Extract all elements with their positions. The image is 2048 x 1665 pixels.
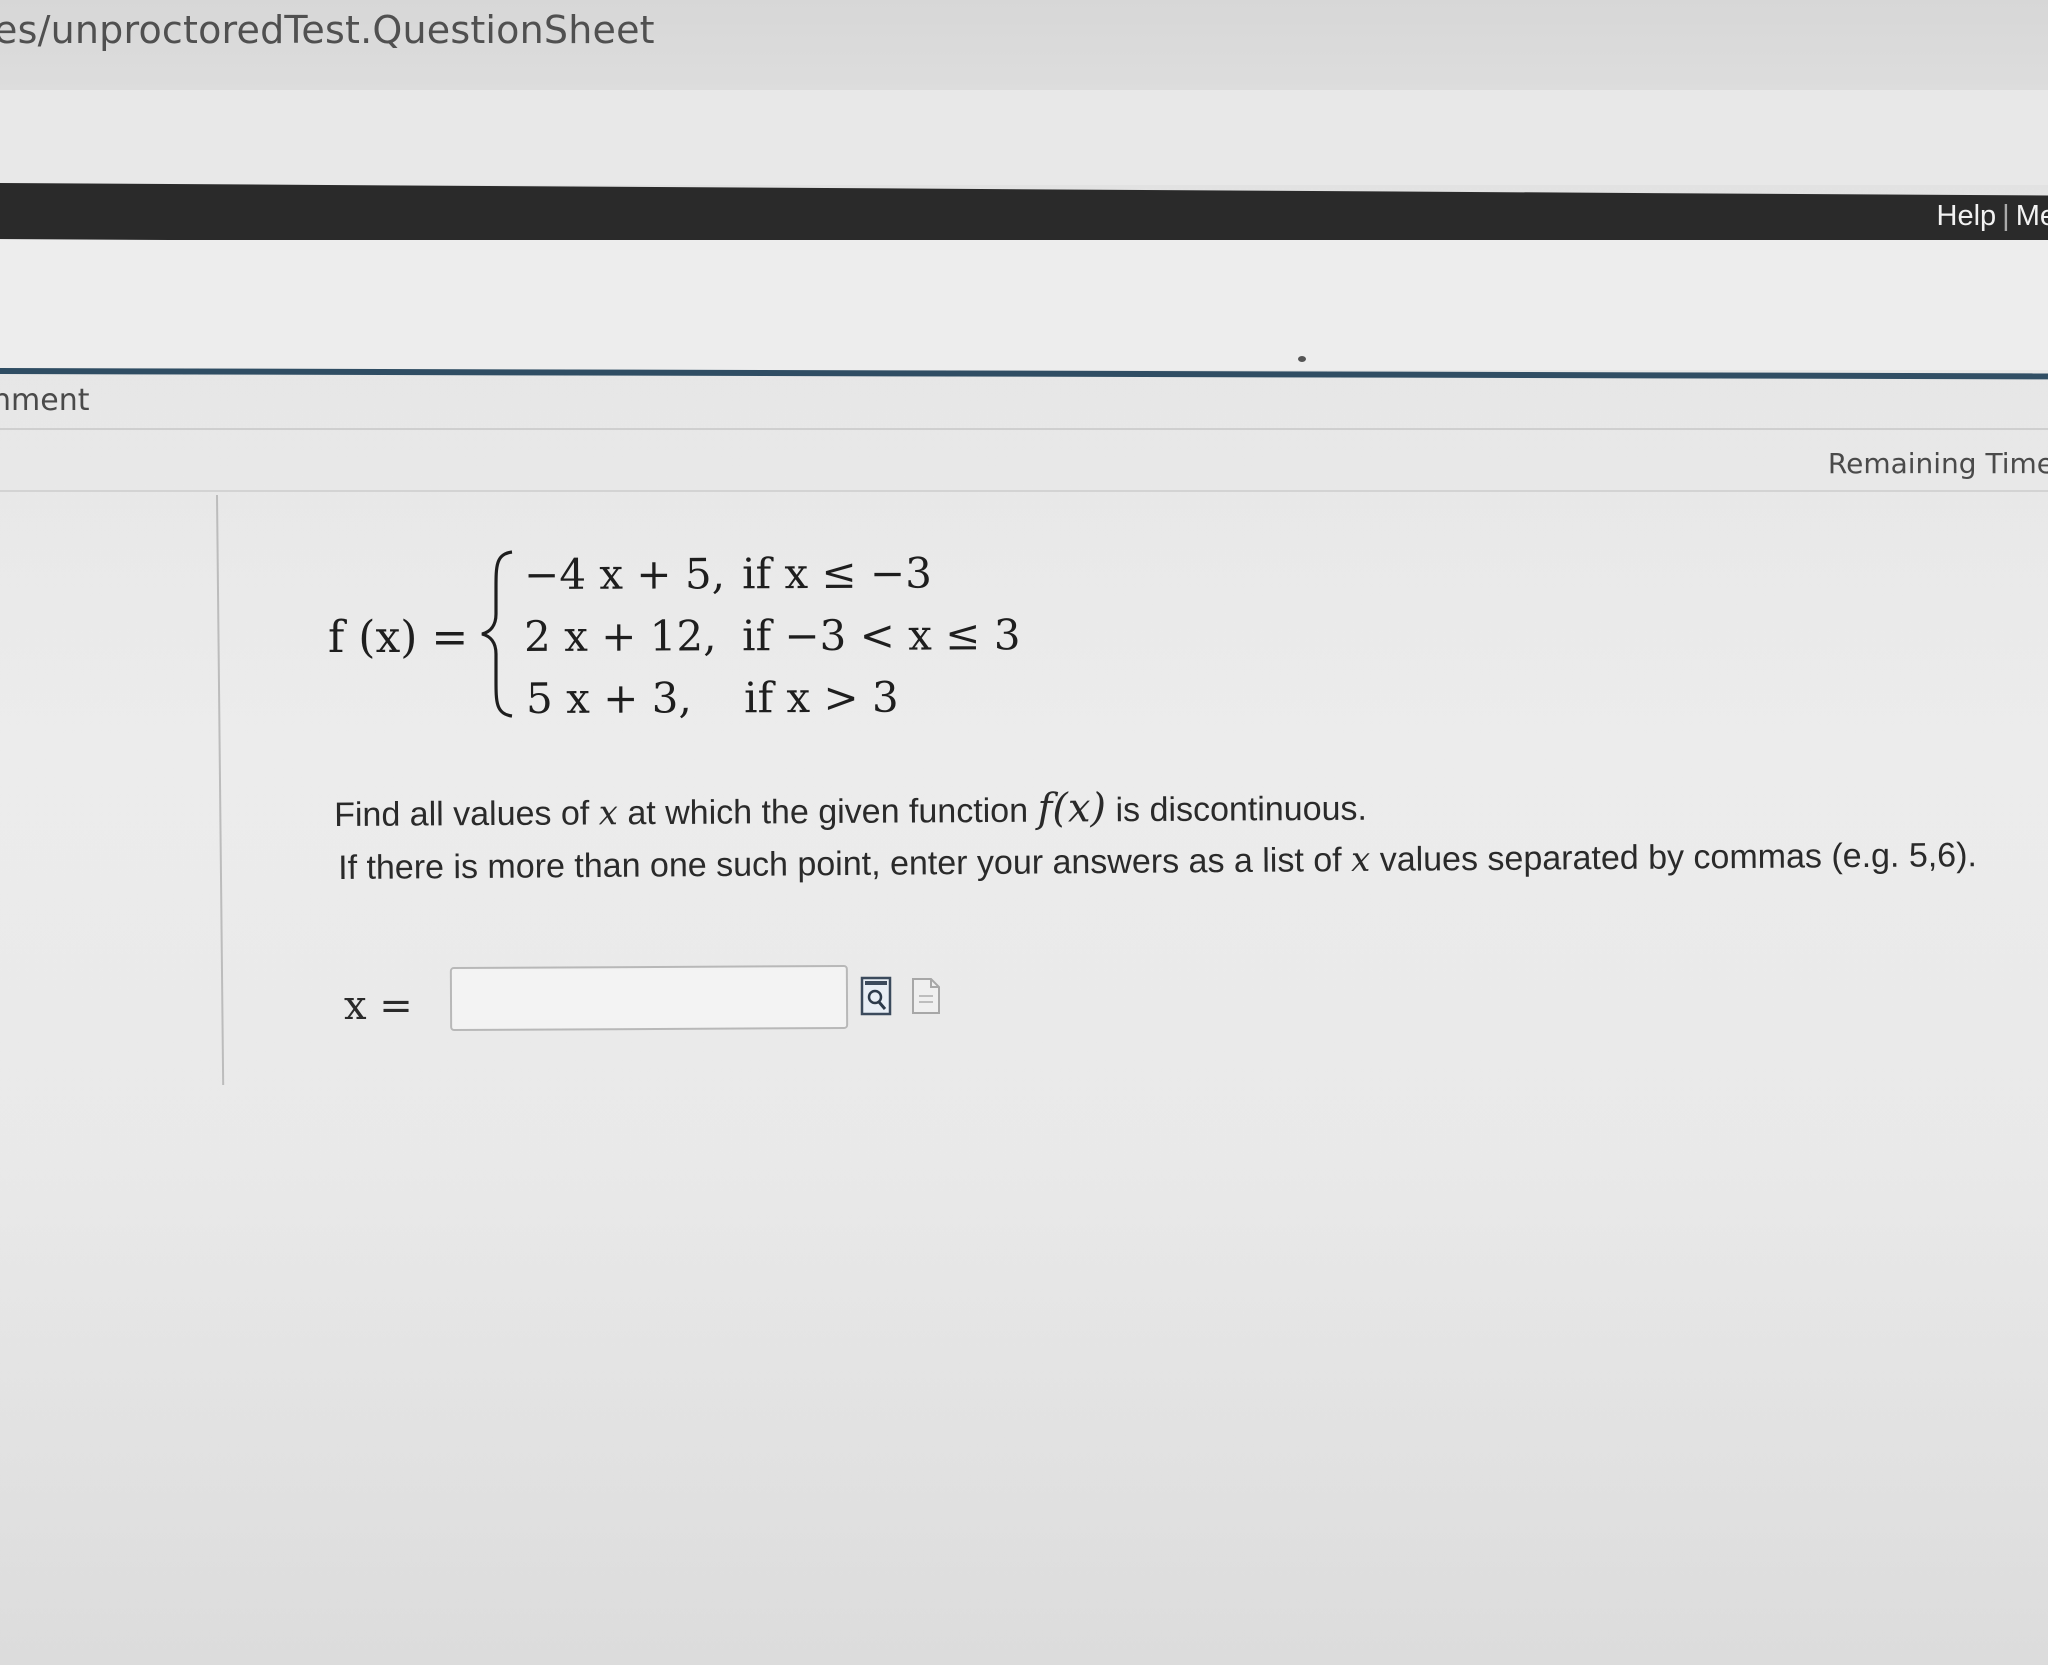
question-text: Find all values of [334,794,599,834]
preview-icon[interactable] [860,976,894,1016]
case-expression: 2 x + 12, [524,611,717,661]
dot-mark [1298,356,1306,362]
header-area [0,240,2048,370]
me-link[interactable]: Me [2016,200,2048,232]
function-lhs: f (x) = [328,612,469,663]
browser-url-bar[interactable]: es/unproctoredTest.QuestionSheet [0,0,2048,90]
math-var: x [1350,839,1371,881]
math-var: x [598,793,619,834]
nav-links: Help | Me [1937,200,2048,233]
help-doc-icon[interactable] [910,976,942,1016]
answer-input[interactable] [449,964,849,1032]
remaining-time-label: Remaining Time [1827,447,2048,480]
answer-label: x = [344,983,413,1029]
section-divider-2 [0,490,2048,492]
section-divider [0,428,2048,430]
top-spacer [0,90,2048,185]
case-condition: if x ≤ −3 [741,548,932,599]
url-text[interactable]: es/unproctoredTest.QuestionSheet [0,8,655,52]
assignment-tab-label[interactable]: nment [0,383,89,418]
case-condition: if x > 3 [743,672,899,723]
case-condition: if −3 < x ≤ 3 [741,610,1021,661]
question-line-2: If there is more than one such point, en… [338,835,1977,888]
question-text: values separated by commas (e.g. 5,6). [1370,836,1978,879]
question-line-1: Find all values of x at which the given … [334,784,1367,836]
content-panel-border [216,494,225,1085]
question-text: at which the given function [617,791,1038,833]
question-text: If there is more than one such point, en… [338,841,1352,887]
left-brace-icon [481,550,513,718]
help-link[interactable]: Help [1937,200,1997,232]
case-expression: −4 x + 5, [524,549,726,599]
nav-separator: | [2002,200,2010,232]
math-fx: f(x) [1037,785,1107,832]
case-expression: 5 x + 3, [526,673,692,723]
question-text: is discontinuous. [1105,789,1368,830]
